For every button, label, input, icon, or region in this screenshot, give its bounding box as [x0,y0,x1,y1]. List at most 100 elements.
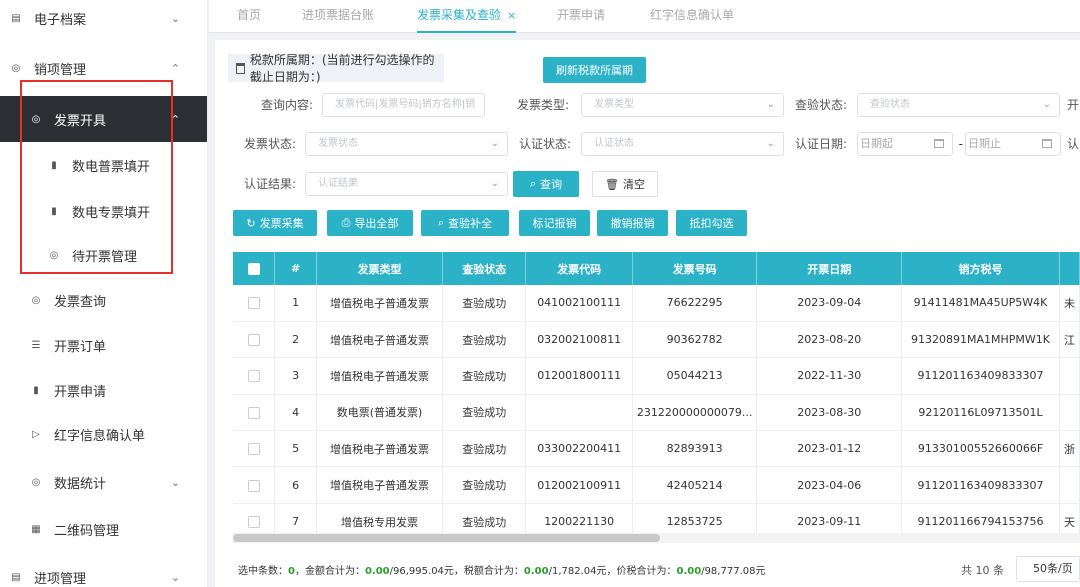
sidebar-item-pending-invoice[interactable]: ◎ 待开票管理 [0,233,207,277]
tab-invoice-collection[interactable]: 发票采集及查验 × [417,0,517,33]
refresh-tax-period-button[interactable]: 刷新税款所属期 [543,57,646,83]
column-header: 开票日期 [756,252,903,285]
qr-code-icon: ▦ [31,523,41,535]
table-cell: 76622295 [632,285,758,322]
tab-purchase-ledger[interactable]: 进项票据台账 [302,0,374,33]
sidebar-item-invoice-issue[interactable]: ◎ 发票开具 ⌃ [0,96,207,142]
invoice-status-select[interactable]: 发票状态 ⌄ [305,132,508,156]
table-cell: 查验成功 [442,394,527,432]
extra-label: 认 [1067,137,1080,151]
chevron-down-icon: ⌄ [766,99,775,110]
check-status-select[interactable]: 查验状态 ⌄ [857,93,1060,117]
sidebar-item-electronic-archive[interactable]: ▤ 电子档案 ⌄ [0,0,207,40]
sidebar-item-digital-normal-invoice[interactable]: ▮ 数电普票填开 [0,143,207,187]
sidebar-item-label: 电子档案 [34,12,87,28]
table-cell: 查验成功 [442,321,527,359]
table-header: # 发票类型 查验状态 发票代码 发票号码 开票日期 销方税号 [233,252,1080,285]
table-row[interactable]: 2 增值税电子普通发票 查验成功 032002100811 90362782 2023-0… [233,321,1080,359]
collect-button[interactable]: ↻ 发票采集 [233,210,317,236]
sidebar-item-invoice-application[interactable]: ▮ 开票申请 [0,368,207,412]
tab-invoice-application[interactable]: 开票申请 [557,0,605,33]
table-cell: 2023-04-06 [756,466,903,504]
sidebar-item-sales-management[interactable]: ◎ 销项管理 ⌃ [0,46,207,90]
tab-red-confirmation[interactable]: 红字信息确认单 [650,0,734,33]
extra-label: 开 [1067,98,1080,112]
row-checkbox[interactable] [233,321,276,359]
deduct-check-button[interactable]: 抵扣勾选 [676,210,747,236]
shield-check-icon: ◎ [31,294,41,306]
table-cell: 6 [274,466,318,504]
tab-home[interactable]: 首页 [237,0,261,33]
page-size-select[interactable]: 50条/页 [1016,556,1080,582]
table-cell: 3 [274,357,318,395]
invoice-table: # 发票类型 查验状态 发票代码 发票号码 开票日期 销方税号 1 增值税电子普通… [233,252,1080,541]
table-cell: 增值税电子普通发票 [316,321,443,359]
column-header: 销方税号 [901,252,1060,285]
refresh-icon: ↻ [246,216,256,230]
invoice-type-select[interactable]: 发票类型 ⌄ [581,93,784,117]
search-button[interactable]: ⌕ 查询 [513,171,579,197]
list-icon: ☰ [31,339,41,351]
sidebar-item-red-confirmation[interactable]: ▷ 红字信息确认单 [0,412,207,456]
sidebar-item-statistics[interactable]: ◎ 数据统计 ⌄ [0,460,207,504]
bar-chart-icon: ▮ [33,384,39,396]
query-input[interactable]: 发票代码|发票号码|销方名称|销 [322,93,485,117]
check-supplement-button[interactable]: ⌕ 查验补全 [421,210,509,236]
bar-chart-icon: ▮ [51,205,57,217]
sidebar-item-purchase-management[interactable]: ▤ 进项管理 ⌄ [0,555,207,587]
row-checkbox[interactable] [233,466,276,504]
mark-reimbursed-button[interactable]: 标记报销 [519,210,590,236]
query-label: 查询内容: [260,98,313,112]
table-cell: 增值税电子普通发票 [316,466,443,504]
clear-button[interactable]: 🗑 清空 [592,171,658,197]
table-row[interactable]: 1 增值税电子普通发票 查验成功 041002100111 76622295 2023-0… [233,285,1080,322]
sidebar-item-label: 开票申请 [54,384,107,400]
sidebar-item-qr-code[interactable]: ▦ 二维码管理 [0,507,207,551]
sidebar-item-digital-special-invoice[interactable]: ▮ 数电专票填开 [0,189,207,233]
chevron-down-icon: ⌄ [490,178,499,189]
table-cell: 查验成功 [442,285,527,322]
search-icon: ⌕ [529,177,537,190]
table-cell: 91320891MA1MHPMW1K [901,321,1060,359]
sidebar-item-invoice-orders[interactable]: ☰ 开票订单 [0,323,207,367]
table-row[interactable]: 4 数电票(普通发票) 查验成功 231220000000079... 2023-08-… [233,394,1080,432]
table-row[interactable]: 5 增值税电子普通发票 查验成功 033002200411 82893913 2023-0… [233,430,1080,468]
table-cell: 1 [274,285,318,322]
table-row[interactable]: 6 增值税电子普通发票 查验成功 012002100911 42405214 2023-0… [233,466,1080,504]
table-cell: 012002100911 [525,466,633,504]
table-cell: 增值税电子普通发票 [316,285,443,322]
table-cell: 033002200411 [525,430,633,468]
sidebar-item-invoice-query[interactable]: ◎ 发票查询 [0,278,207,322]
table-cell [1059,394,1080,432]
select-all-checkbox[interactable] [233,252,276,285]
cert-status-select[interactable]: 认证状态 ⌄ [581,132,784,156]
row-checkbox[interactable] [233,394,276,432]
table-cell: 012001800111 [525,357,633,395]
tab-bar: 首页 进项票据台账 发票采集及查验 × 开票申请 红字信息确认单 [209,0,1080,33]
export-all-button[interactable]: ⎙ 导出全部 [327,210,413,236]
table-cell: 未 [1059,285,1080,322]
row-checkbox[interactable] [233,285,276,322]
cert-result-select[interactable]: 认证结果 ⌄ [305,172,508,196]
date-start-input[interactable]: 日期起 [857,132,953,156]
row-checkbox[interactable] [233,430,276,468]
shield-check-icon: ◎ [31,476,41,488]
chevron-down-icon: ⌄ [170,570,180,584]
search-icon: ⌕ [437,216,445,229]
table-cell: 82893913 [632,430,758,468]
shield-check-icon: ◎ [11,62,21,74]
horizontal-scrollbar[interactable] [233,533,1080,543]
table-cell: 增值税电子普通发票 [316,430,443,468]
tax-period-label: 税款所属期：(当前进行勾选操作的截止日期为：) [249,53,435,84]
table-cell: 5 [274,430,318,468]
table-row[interactable]: 3 增值税电子普通发票 查验成功 012001800111 05044213 2022-1… [233,357,1080,395]
date-end-input[interactable]: 日期止 [965,132,1061,156]
close-icon[interactable]: × [507,9,516,22]
scrollbar-thumb[interactable] [233,534,660,542]
cancel-reimbursed-button[interactable]: 撤销报销 [597,210,668,236]
table-cell: 2023-08-30 [756,394,903,432]
sidebar-item-label: 二维码管理 [54,523,120,539]
row-checkbox[interactable] [233,357,276,395]
total-count: 共 10 条 [961,564,1004,577]
calendar-icon [1042,139,1052,148]
